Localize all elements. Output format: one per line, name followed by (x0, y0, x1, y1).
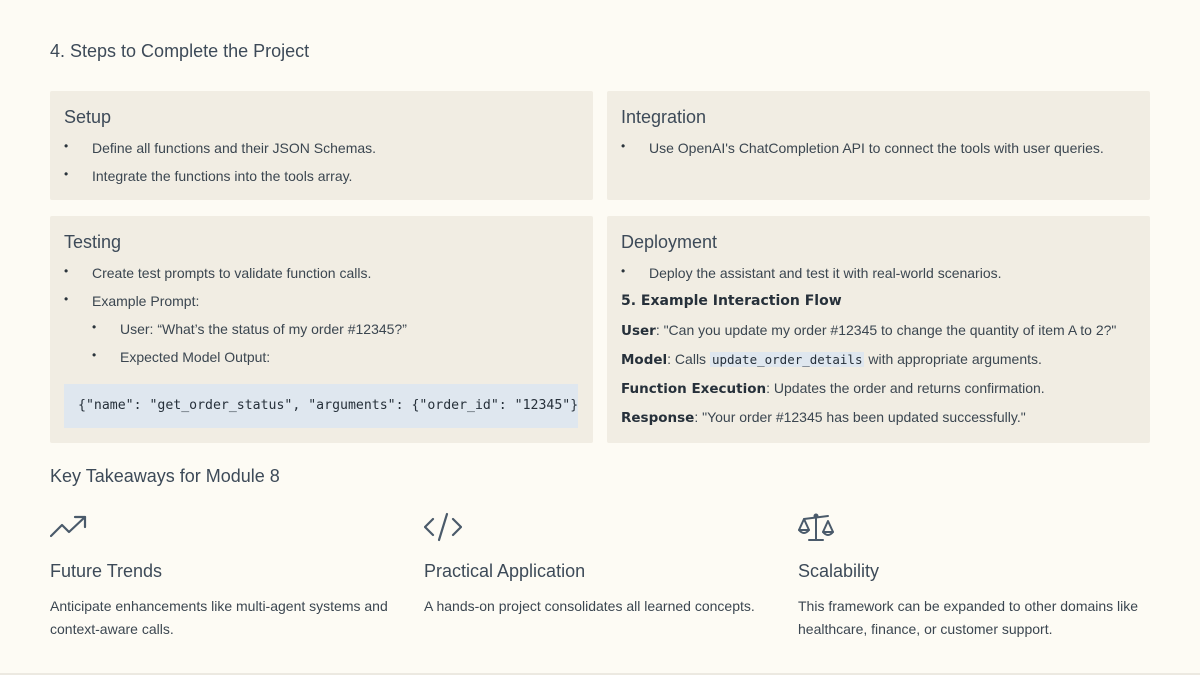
flow-response-line: Response: "Your order #12345 has been up… (621, 409, 1136, 427)
steps-section-title: 4. Steps to Complete the Project (50, 41, 310, 61)
takeaway-text: A hands-on project consolidates all lear… (424, 598, 755, 614)
code-icon (424, 512, 462, 542)
setup-card: Setup Define all functions and their JSO… (50, 91, 593, 200)
takeaway-text: This framework can be expanded to other … (798, 598, 1139, 637)
slide: 4. Steps to Complete the Project Setup D… (0, 0, 1200, 675)
deployment-card: Deployment Deploy the assistant and test… (607, 216, 1150, 443)
list-item: Integrate the functions into the tools a… (64, 166, 579, 185)
interaction-flow-title: 5. Example Interaction Flow (621, 293, 842, 309)
flow-model-label: Model (621, 352, 668, 368)
list-item: Use OpenAI's ChatCompletion API to conne… (621, 138, 1136, 157)
flow-user-line: User: "Can you update my order #12345 to… (621, 322, 1136, 340)
flow-model-post: with appropriate arguments. (864, 351, 1042, 367)
flow-model-code: update_order_details (709, 352, 865, 367)
flow-exec-label: Function Execution (621, 381, 767, 397)
flow-model-pre: : Calls (667, 351, 710, 367)
takeaway-future-trends: Future Trends Anticipate enhancements li… (50, 512, 400, 637)
list-item: Example Prompt: (64, 291, 579, 310)
testing-card-title: Testing (64, 232, 122, 252)
integration-card: Integration Use OpenAI's ChatCompletion … (607, 91, 1150, 200)
takeaway-practical-application: Practical Application A hands-on project… (424, 512, 774, 614)
testing-list: Create test prompts to validate function… (64, 263, 579, 366)
integration-card-title: Integration (621, 107, 707, 127)
setup-list: Define all functions and their JSON Sche… (64, 138, 579, 185)
trending-up-icon (50, 515, 87, 538)
code-block: {"name": "get_order_status", "arguments"… (64, 384, 578, 428)
list-item: Expected Model Output: (64, 347, 579, 366)
flow-model-line: Model: Calls update_order_details with a… (621, 351, 1136, 369)
deployment-card-title: Deployment (621, 232, 718, 252)
list-item: Deploy the assistant and test it with re… (621, 263, 1136, 282)
list-item: Create test prompts to validate function… (64, 263, 579, 282)
flow-response-text: : "Your order #12345 has been updated su… (694, 409, 1026, 425)
integration-list: Use OpenAI's ChatCompletion API to conne… (621, 138, 1136, 157)
scale-icon (798, 513, 834, 541)
takeaway-title: Practical Application (424, 561, 586, 581)
takeaway-title: Future Trends (50, 561, 163, 581)
deployment-list: Deploy the assistant and test it with re… (621, 263, 1136, 282)
takeaway-title: Scalability (798, 561, 880, 581)
flow-response-label: Response (621, 410, 695, 426)
setup-card-title: Setup (64, 107, 112, 127)
testing-card: Testing Create test prompts to validate … (50, 216, 593, 443)
flow-exec-text: : Updates the order and returns confirma… (766, 380, 1045, 396)
takeaway-text: Anticipate enhancements like multi-agent… (50, 598, 388, 637)
list-item: Define all functions and their JSON Sche… (64, 138, 579, 157)
takeaway-scalability: Scalability This framework can be expand… (798, 512, 1148, 637)
list-item: User: “What’s the status of my order #12… (64, 319, 579, 338)
flow-user-label: User (621, 323, 656, 339)
takeaways-title: Key Takeaways for Module 8 (50, 466, 280, 486)
flow-exec-line: Function Execution: Updates the order an… (621, 380, 1136, 398)
flow-user-text: : "Can you update my order #12345 to cha… (655, 322, 1117, 338)
